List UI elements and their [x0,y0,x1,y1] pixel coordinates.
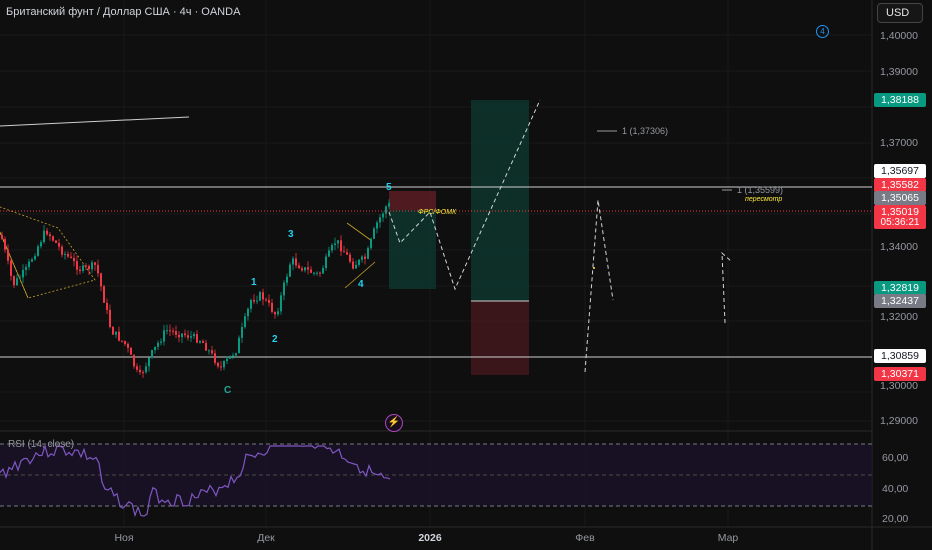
wave-label-2[interactable]: 2 [272,334,278,345]
price-tag[interactable]: 1,32437 [874,294,926,308]
wave-label-1[interactable]: 1 [251,277,257,288]
price-tag[interactable]: 1,35582 [874,178,926,192]
price-tick: 1,39000 [880,66,918,78]
chart-area[interactable]: Британский фунт / Доллар США · 4ч · OAND… [0,0,932,550]
time-tick: Фев [575,532,595,544]
short-position-loss-zone[interactable] [389,191,436,210]
rsi-tick: 20,00 [882,513,909,525]
price-tick: 1,34000 [880,241,918,253]
rsi-tick: 40,00 [882,483,909,495]
price-tick: 1,32000 [880,311,918,323]
time-tick: 2026 [418,532,442,544]
wave-label-4[interactable]: 4 [358,279,364,290]
trend-line[interactable] [0,116,190,127]
chart-canvas[interactable] [0,0,932,550]
wave-label-c[interactable]: C [224,385,231,396]
projection-path-3[interactable] [721,251,733,324]
level-label-mid[interactable]: 1 (1,35599) [737,185,783,195]
price-tick: 1,37000 [880,137,918,149]
bar-countdown: 05:36:21 [874,216,926,229]
candlestick-series [1,199,390,378]
price-tag[interactable]: 1,30859 [874,349,926,363]
review-note[interactable]: пересмотр [745,196,782,203]
wave-label-5[interactable]: 5 [386,182,392,193]
price-tick: 1,29000 [880,415,918,427]
price-tag[interactable]: 1,32819 [874,281,926,295]
short-position-profit-zone[interactable] [389,210,436,289]
rsi-tick: 60,00 [882,452,909,464]
alert-badge[interactable]: 4 [816,25,829,38]
time-tick: Мар [717,532,739,544]
symbol-title[interactable]: Британский фунт / Доллар США · 4ч · OAND… [6,6,240,18]
time-tick: Дек [257,532,275,544]
wave-label-3[interactable]: 3 [288,229,294,240]
fomc-note[interactable]: ФРС/ФОМК [418,209,456,216]
price-tag[interactable]: 1,35697 [874,164,926,178]
flash-icon[interactable]: ⚡ [385,414,403,432]
price-tick: 1,40000 [880,30,918,42]
price-tick: 1,30000 [880,380,918,392]
long-position-loss-zone[interactable] [471,301,529,375]
price-tag[interactable]: 1,38188 [874,93,926,107]
rsi-label[interactable]: RSI (14, close) [8,439,74,450]
time-tick: Ноя [114,532,134,544]
level-label-high[interactable]: 1 (1,37306) [622,126,668,136]
price-tag[interactable]: 1,30371 [874,367,926,381]
currency-button[interactable]: USD [877,3,923,23]
price-tag[interactable]: 1,35065 [874,191,926,205]
long-position-profit-zone[interactable] [471,100,529,301]
